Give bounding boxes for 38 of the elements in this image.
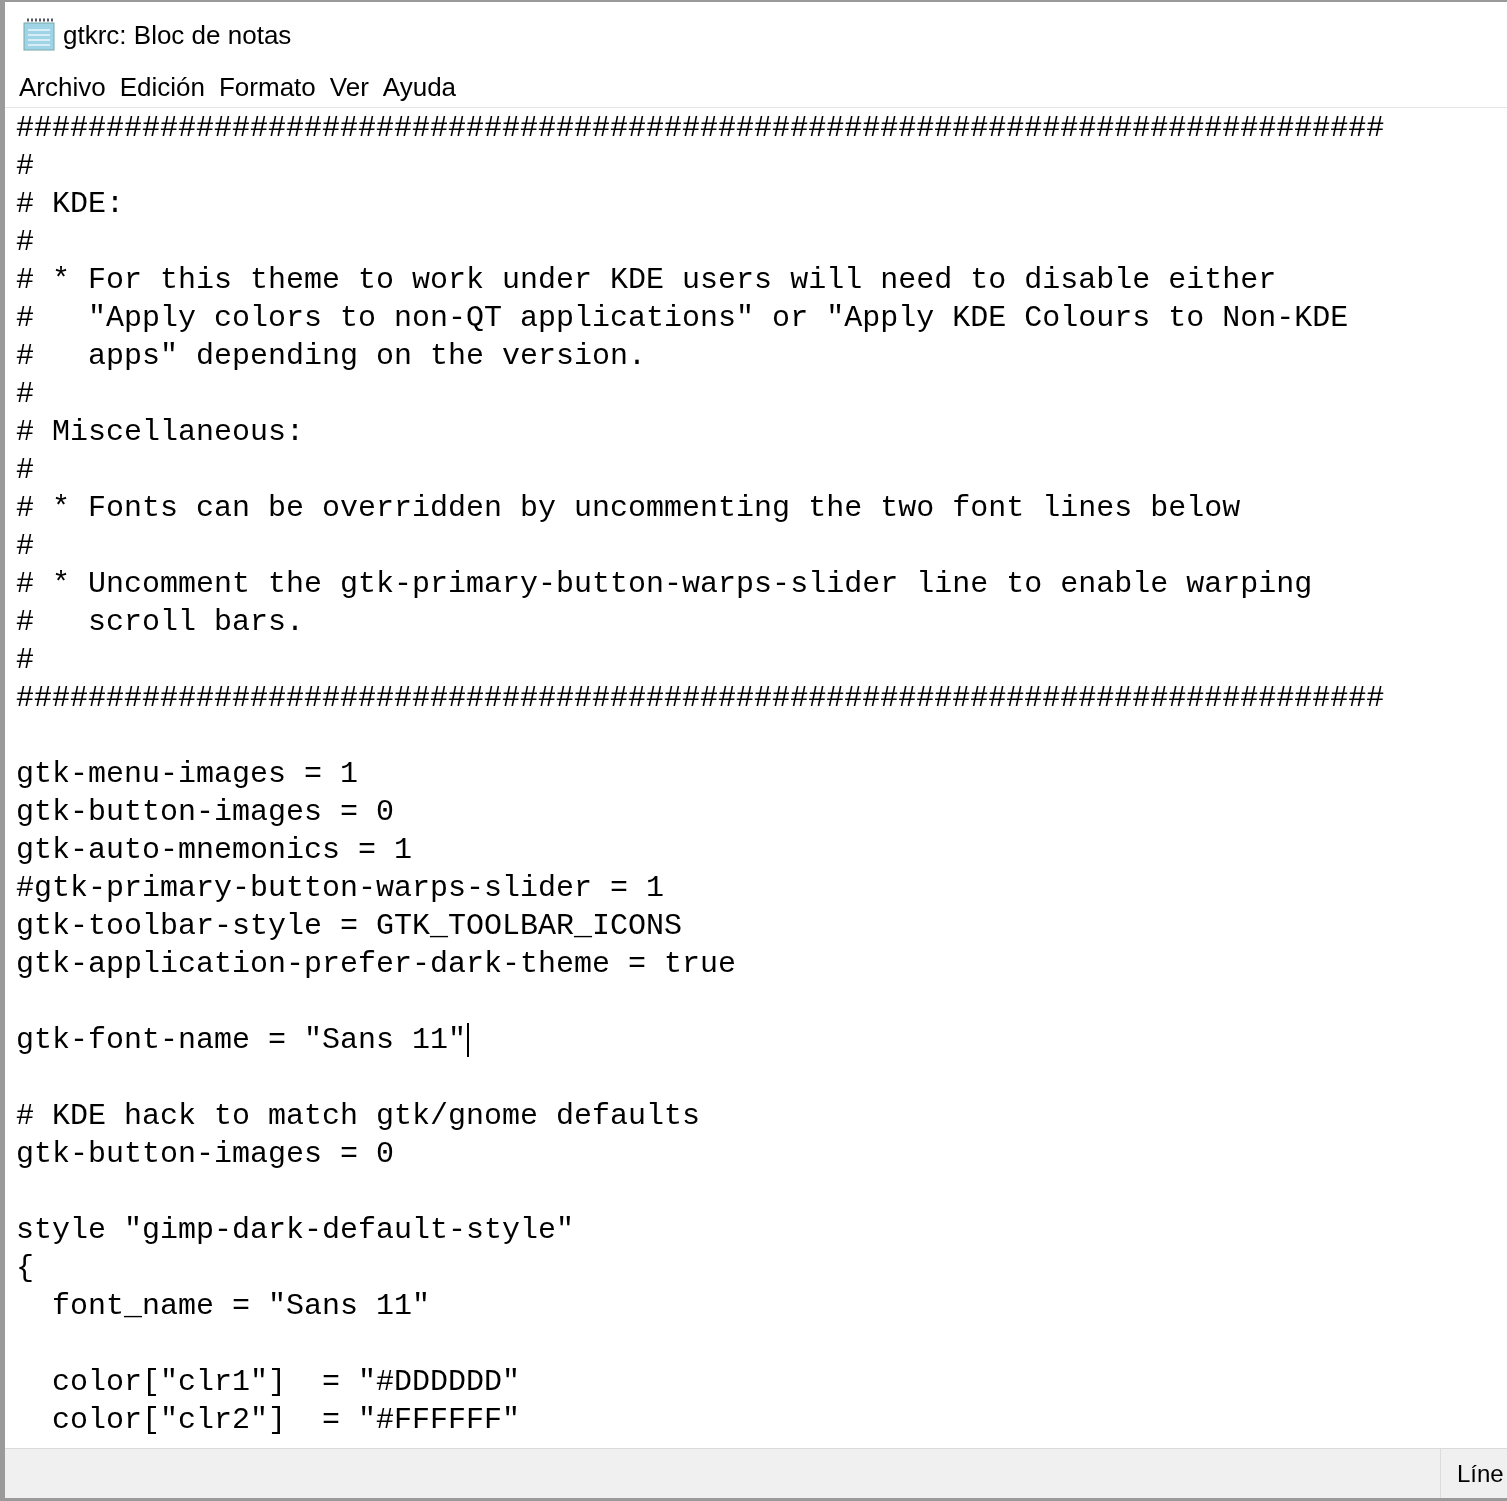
cursor-position: Líne — [1457, 1458, 1504, 1489]
code-line: gtk-toolbar-style = GTK_TOOLBAR_ICONS — [16, 908, 683, 945]
code-line: # * Uncomment the gtk-primary-button-warps-slider line to enable warping — [16, 566, 1313, 603]
code-line: # — [16, 148, 34, 185]
code-line: # apps" depending on the version. — [16, 338, 647, 375]
menu-item[interactable]: Ver — [323, 68, 375, 107]
menu-item[interactable]: Archivo — [13, 68, 112, 107]
window-title: gtkrc: Bloc de notas — [63, 18, 292, 52]
code-line: gtk-auto-mnemonics = 1 — [16, 832, 413, 869]
code-line: # — [16, 376, 34, 413]
code-line: # — [16, 224, 34, 261]
code-line: # KDE: — [16, 186, 125, 223]
code-line: # — [16, 642, 34, 679]
code-line: gtk-menu-images = 1 — [16, 756, 359, 793]
code-line: # * Fonts can be overridden by uncommenting the two font lines below — [16, 490, 1241, 527]
code-line: # Miscellaneous: — [16, 414, 305, 451]
code-line: # * For this theme to work under KDE users will need to disable either — [16, 262, 1277, 299]
code-line: # KDE hack to match gtk/gnome defaults — [16, 1098, 701, 1135]
notepad-icon — [21, 18, 57, 52]
code-line: ############################################################################ — [16, 680, 1385, 717]
code-line: gtk-button-images = 0 — [16, 794, 395, 831]
code-line: gtk-application-prefer-dark-theme = true — [16, 946, 737, 983]
code-line: # — [16, 452, 34, 489]
code-line: # — [16, 528, 34, 565]
code-line: # scroll bars. — [16, 604, 305, 641]
menu-item[interactable]: Ayuda — [376, 68, 463, 107]
code-line: { — [16, 1250, 34, 1287]
menu-item[interactable]: Formato — [213, 68, 322, 107]
code-line: ############################################################################ — [16, 110, 1385, 147]
code-line: gtk-font-name = "Sans 11" — [16, 1022, 467, 1059]
code-line: # "Apply colors to non-QT applications" or "Apply KDE Colours to Non-KDE — [16, 300, 1349, 337]
code-line: gtk-button-images = 0 — [16, 1136, 395, 1173]
code-line: #gtk-primary-button-warps-slider = 1 — [16, 870, 665, 907]
code-line: style "gimp-dark-default-style" — [16, 1212, 575, 1249]
code-line: color["clr1"] = "#DDDDDD" — [51, 1364, 521, 1401]
code-line: color["clr2"] = "#FFFFFF" — [51, 1402, 521, 1439]
menu-item[interactable]: Edición — [113, 68, 211, 107]
code-line: font_name = "Sans 11" — [51, 1288, 431, 1325]
